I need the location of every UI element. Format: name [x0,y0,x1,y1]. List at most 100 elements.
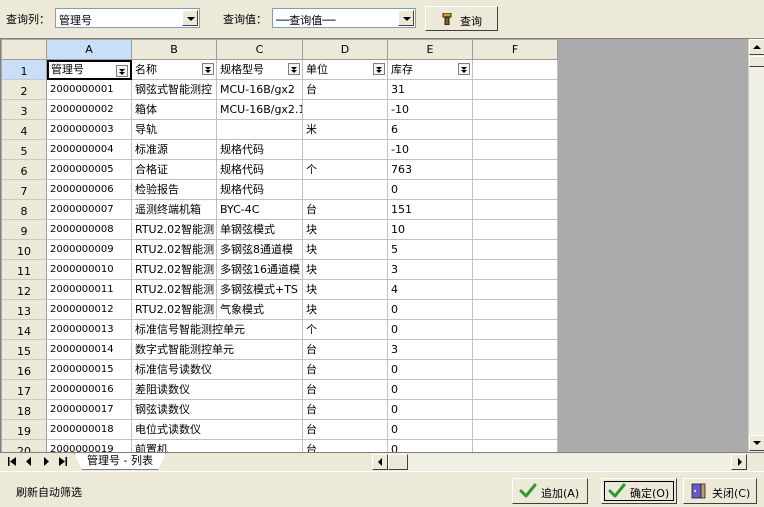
horizontal-scrollbar[interactable] [372,454,747,470]
table-cell[interactable]: 2000000016 [47,380,132,400]
table-cell[interactable]: 台 [303,200,388,220]
header-cell[interactable]: 名称 [132,60,217,80]
table-cell[interactable] [473,240,558,260]
table-cell[interactable]: 2000000004 [47,140,132,160]
table-cell[interactable]: 规格代码 [217,160,303,180]
column-header-a[interactable]: A [47,40,132,60]
table-cell[interactable] [473,120,558,140]
table-cell[interactable]: -10 [388,100,473,120]
table-cell[interactable]: 规格代码 [217,140,303,160]
table-cell[interactable]: 2000000017 [47,400,132,420]
table-cell[interactable]: 检验报告 [132,180,217,200]
table-cell[interactable] [473,100,558,120]
filter-dropdown-icon[interactable] [373,63,385,75]
table-cell[interactable]: 0 [388,440,473,452]
table-cell[interactable]: 2000000015 [47,360,132,380]
table-cell[interactable]: 2000000005 [47,160,132,180]
table-cell[interactable] [473,220,558,240]
table-cell[interactable]: RTU2.02智能测 [132,220,217,240]
last-sheet-icon[interactable] [56,455,70,468]
table-cell[interactable]: 2000000010 [47,260,132,280]
table-cell[interactable]: 台 [303,380,388,400]
table-cell[interactable]: 钢弦式智能测控 [132,80,217,100]
sheet-tab[interactable]: 管理号 - 列表 [74,453,166,470]
filter-dropdown-icon[interactable] [458,63,470,75]
table-cell[interactable]: 标准源 [132,140,217,160]
table-cell[interactable]: 0 [388,180,473,200]
ok-button[interactable]: 确定(O) [601,478,677,504]
query-column-select[interactable]: 管理号 [55,8,200,28]
table-cell[interactable]: 763 [388,160,473,180]
table-cell[interactable]: 台 [303,400,388,420]
prev-sheet-icon[interactable] [22,455,36,468]
table-cell[interactable]: 块 [303,280,388,300]
table-cell[interactable]: RTU2.02智能测 [132,300,217,320]
table-cell[interactable]: 3 [388,340,473,360]
filter-dropdown-icon[interactable] [288,63,300,75]
table-cell[interactable]: 31 [388,80,473,100]
table-cell[interactable]: 台 [303,360,388,380]
table-cell[interactable]: 前置机 [132,440,303,452]
column-header-c[interactable]: C [217,40,303,60]
scroll-down-icon[interactable] [749,435,764,451]
table-cell[interactable] [303,180,388,200]
table-cell[interactable] [473,440,558,452]
table-cell[interactable]: 差阻读数仪 [132,380,303,400]
next-sheet-icon[interactable] [39,455,53,468]
table-cell[interactable]: 3 [388,260,473,280]
row-header[interactable]: 3 [2,100,47,120]
table-cell[interactable] [473,300,558,320]
table-cell[interactable]: 块 [303,260,388,280]
table-cell[interactable] [473,360,558,380]
spreadsheet-grid[interactable]: A B C D E F 1 管理号 名称 规格型号 单位 库存 2 2000000001 钢弦式智能测控 MC… [2,40,558,452]
table-cell[interactable]: 规格代码 [217,180,303,200]
chevron-down-icon[interactable] [398,10,414,26]
query-button[interactable]: 查询 [425,6,498,31]
table-cell[interactable]: -10 [388,140,473,160]
table-cell[interactable]: 2000000009 [47,240,132,260]
row-header[interactable]: 16 [2,360,47,380]
table-cell[interactable]: RTU2.02智能测 [132,240,217,260]
scroll-up-icon[interactable] [749,39,764,55]
table-cell[interactable]: 2000000008 [47,220,132,240]
table-cell[interactable]: 个 [303,320,388,340]
table-cell[interactable]: 2000000013 [47,320,132,340]
vertical-scroll-thumb[interactable] [749,56,764,67]
table-cell[interactable]: 气象模式 [217,300,303,320]
row-header[interactable]: 12 [2,280,47,300]
table-cell[interactable] [473,80,558,100]
table-cell[interactable]: 2000000011 [47,280,132,300]
table-cell[interactable]: MCU-16B/gx2 [217,80,303,100]
row-header[interactable]: 8 [2,200,47,220]
table-cell[interactable]: 多钢弦8通道模 [217,240,303,260]
header-cell[interactable]: 管理号 [47,60,132,80]
table-cell[interactable]: 米 [303,120,388,140]
table-cell[interactable]: 0 [388,400,473,420]
row-header[interactable]: 10 [2,240,47,260]
table-cell[interactable]: 0 [388,360,473,380]
table-cell[interactable] [303,100,388,120]
row-header[interactable]: 4 [2,120,47,140]
table-cell[interactable]: 块 [303,220,388,240]
table-cell[interactable]: 5 [388,240,473,260]
row-header[interactable]: 9 [2,220,47,240]
close-button[interactable]: 关闭(C) [683,478,757,504]
table-cell[interactable] [473,140,558,160]
table-cell[interactable] [473,380,558,400]
table-cell[interactable]: 台 [303,340,388,360]
filter-dropdown-icon[interactable] [202,63,214,75]
table-cell[interactable]: 0 [388,300,473,320]
row-header[interactable]: 7 [2,180,47,200]
table-cell[interactable]: 2000000018 [47,420,132,440]
table-cell[interactable]: 0 [388,320,473,340]
table-cell[interactable]: 2000000014 [47,340,132,360]
table-cell[interactable]: RTU2.02智能测 [132,260,217,280]
table-cell[interactable]: 单钢弦模式 [217,220,303,240]
table-cell[interactable]: 2000000001 [47,80,132,100]
vertical-scrollbar[interactable] [748,39,764,452]
table-cell[interactable]: 标准信号读数仪 [132,360,303,380]
table-cell[interactable] [473,420,558,440]
table-cell[interactable]: 2000000019 [47,440,132,452]
horizontal-scroll-thumb[interactable] [388,454,408,470]
row-header[interactable]: 20 [2,440,47,452]
